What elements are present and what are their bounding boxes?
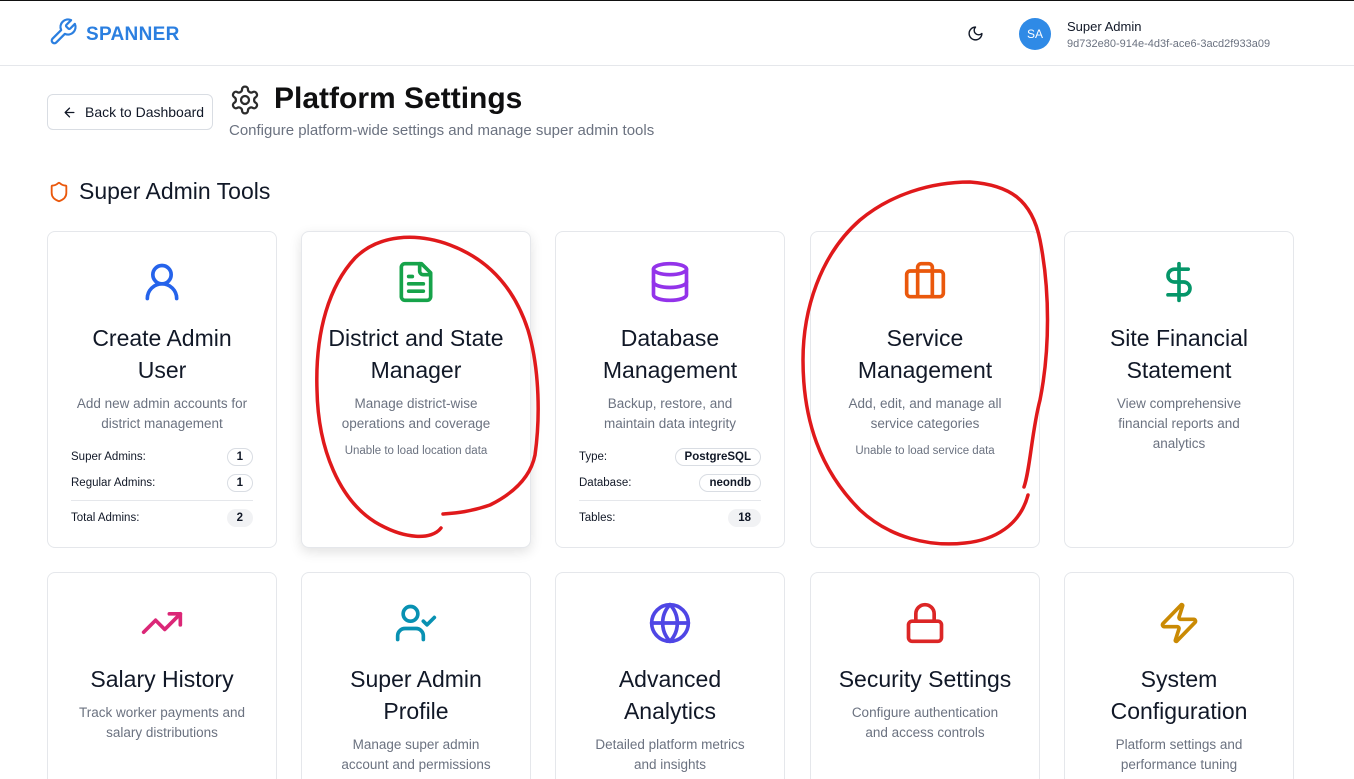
stat-badge: 1 [226,474,253,492]
card-salary-history[interactable]: Salary History Track worker payments and… [47,572,277,779]
status-note: Unable to load location data [344,445,488,457]
top-navbar: SPANNER SA Super Admin 9d732e80-914e-4d3… [0,1,1354,66]
card-security-settings[interactable]: Security Settings Configure authenticati… [810,572,1040,779]
card-description: Manage super admin account and permissio… [341,737,491,772]
globe-icon [646,599,694,647]
card-database-management[interactable]: Database Management Backup, restore, and… [555,231,785,548]
back-button-label: Back to Dashboard [85,104,205,120]
card-title: Salary History [90,666,234,692]
arrow-left-icon [64,107,75,117]
card-site-financial-statement[interactable]: Site Financial Statement View comprehens… [1064,231,1294,548]
card-description: Add new admin accounts for district mana… [76,396,248,431]
card-title: Super Admin Profile [350,666,482,724]
card-service-management[interactable]: Service Management Add, edit, and manage… [810,231,1040,548]
stat-row-type: Type: PostgreSQL [579,444,761,470]
card-title: Advanced Analytics [618,666,722,724]
lock-icon [901,599,949,647]
card-description: View comprehensive financial reports and… [1116,396,1242,451]
stat-row-regular-admins: Regular Admins: 1 [71,470,253,496]
card-description: Platform settings and performance tuning [1115,737,1243,772]
user-name: Super Admin [1067,19,1142,34]
card-description: Backup, restore, and maintain data integ… [603,396,737,431]
wrench-icon [48,17,78,52]
theme-toggle-button[interactable] [963,21,987,45]
database-stats: Type: PostgreSQL Database: neondb Tables… [579,444,761,530]
card-description: Manage district-wise operations and cove… [341,396,491,431]
card-create-admin-user[interactable]: Create Admin User Add new admin accounts… [47,231,277,548]
trending-up-icon [138,599,186,647]
settings-gear-icon [231,85,259,115]
section-title: Super Admin Tools [79,178,271,204]
stat-badge: neondb [699,474,761,492]
avatar[interactable]: SA [1019,18,1051,50]
briefcase-icon [901,258,949,306]
card-title: Security Settings [838,666,1012,692]
zap-icon [1155,599,1203,647]
stat-badge: 18 [728,508,761,527]
admin-stats: Super Admins: 1 Regular Admins: 1 Total … [71,444,253,530]
stat-badge: 1 [226,448,253,466]
stat-row-total-admins: Total Admins: 2 [71,500,253,530]
user-check-icon [392,599,440,647]
card-title: System Configuration [1110,666,1248,724]
stat-badge: 2 [226,508,253,527]
user-id: 9d732e80-914e-4d3f-ace6-3acd2f933a09 [1067,38,1271,50]
stat-row-tables: Tables: 18 [579,500,761,530]
card-super-admin-profile[interactable]: Super Admin Profile Manage super admin a… [301,572,531,779]
card-title: Site Financial Statement [1109,325,1249,383]
card-description: Detailed platform metrics and insights [595,737,745,772]
stat-row-database: Database: neondb [579,470,761,496]
user-icon [138,258,186,306]
card-description: Add, edit, and manage all service catego… [848,396,1002,431]
page-title: Platform Settings [274,82,523,115]
dollar-sign-icon [1155,258,1203,306]
stat-row-super-admins: Super Admins: 1 [71,444,253,470]
card-description: Track worker payments and salary distrib… [78,705,246,740]
card-title: District and State Manager [328,325,504,383]
card-description: Configure authentication and access cont… [851,705,999,740]
card-title: Service Management [857,325,993,383]
card-title: Database Management [602,325,738,383]
card-district-state-manager[interactable]: District and State Manager Manage distri… [301,231,531,548]
database-icon [646,258,694,306]
brand-name: SPANNER [86,23,180,45]
page-subtitle: Configure platform-wide settings and man… [229,122,655,139]
card-system-configuration[interactable]: System Configuration Platform settings a… [1064,572,1294,779]
card-advanced-analytics[interactable]: Advanced Analytics Detailed platform met… [555,572,785,779]
shield-icon [50,181,68,203]
stat-badge: PostgreSQL [674,448,761,466]
moon-icon [967,25,983,41]
back-to-dashboard-button[interactable]: Back to Dashboard [47,94,213,130]
status-note: Unable to load service data [855,445,995,457]
card-title: Create Admin User [92,325,232,383]
file-text-icon [392,258,440,306]
brand-logo[interactable]: SPANNER [48,17,180,52]
